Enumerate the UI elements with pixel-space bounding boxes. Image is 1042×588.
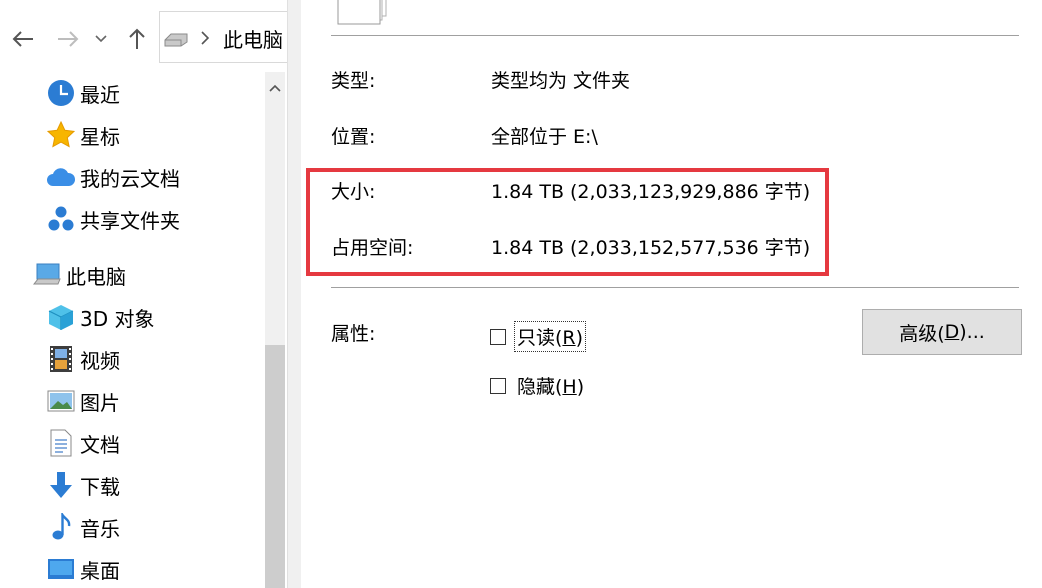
share-icon bbox=[46, 204, 76, 234]
computer-icon bbox=[32, 260, 62, 290]
sidebar-item-label: 3D 对象 bbox=[80, 306, 155, 331]
sidebar-item-pictures[interactable]: 图片 bbox=[46, 383, 120, 419]
location-value: 全部位于 E:\ bbox=[491, 126, 598, 148]
sidebar-item-cloud-docs[interactable]: 我的云文档 bbox=[46, 159, 180, 195]
annotation-highlight-box bbox=[306, 168, 829, 276]
sidebar-item-3d-objects[interactable]: 3D 对象 bbox=[46, 299, 154, 335]
film-icon bbox=[46, 344, 76, 374]
type-label: 类型: bbox=[331, 70, 376, 92]
checkbox-box[interactable] bbox=[490, 328, 506, 345]
breadcrumb-this-pc[interactable]: 此电脑 bbox=[223, 24, 283, 53]
sidebar-item-label: 视频 bbox=[80, 348, 120, 373]
forward-button[interactable] bbox=[53, 22, 83, 56]
sidebar-item-label: 桌面 bbox=[80, 558, 120, 583]
forward-arrow-icon bbox=[58, 31, 79, 47]
back-arrow-icon bbox=[12, 31, 33, 47]
separator bbox=[331, 287, 1019, 288]
location-label: 位置: bbox=[331, 126, 376, 148]
hidden-checkbox[interactable]: 隐藏(H) bbox=[490, 371, 586, 400]
scroll-up-button[interactable] bbox=[265, 76, 285, 100]
separator bbox=[331, 35, 1019, 36]
chevron-down-icon bbox=[95, 35, 107, 43]
sidebar-item-label: 音乐 bbox=[80, 516, 120, 541]
sidebar-item-label: 下载 bbox=[80, 474, 120, 499]
scrollbar-thumb[interactable] bbox=[265, 345, 285, 588]
sidebar-item-label: 共享文件夹 bbox=[80, 208, 180, 233]
clock-icon bbox=[46, 78, 76, 108]
up-arrow-icon bbox=[129, 28, 145, 49]
breadcrumb-chevron-icon bbox=[201, 31, 210, 45]
chevron-up-icon bbox=[269, 84, 281, 92]
cube-icon bbox=[46, 302, 76, 332]
attributes-label: 属性: bbox=[331, 323, 376, 345]
sidebar-item-videos[interactable]: 视频 bbox=[46, 341, 120, 377]
sidebar-item-label: 图片 bbox=[80, 390, 120, 415]
sidebar-item-this-pc[interactable]: 此电脑 bbox=[32, 257, 126, 293]
sidebar-item-shared-folder[interactable]: 共享文件夹 bbox=[46, 201, 180, 237]
up-button[interactable] bbox=[122, 22, 152, 56]
checkbox-box[interactable] bbox=[490, 377, 506, 394]
sidebar-item-label: 此电脑 bbox=[66, 264, 126, 289]
advanced-button[interactable]: 高级(D)... bbox=[862, 309, 1022, 355]
sidebar-item-starred[interactable]: 星标 bbox=[46, 117, 120, 153]
back-button[interactable] bbox=[8, 22, 38, 56]
download-icon bbox=[46, 470, 76, 500]
drive-icon bbox=[164, 33, 188, 47]
file-explorer-window: 此电脑 最近 星标 我的云文档 共享文件夹 此电脑 3D 对象 视频 图片 文档… bbox=[0, 0, 287, 588]
properties-dialog bbox=[301, 0, 1042, 588]
sidebar-item-documents[interactable]: 文档 bbox=[46, 425, 120, 461]
cloud-icon bbox=[46, 162, 76, 192]
sidebar-item-label: 星标 bbox=[80, 124, 120, 149]
sidebar-item-desktop[interactable]: 桌面 bbox=[46, 551, 120, 587]
music-icon bbox=[46, 512, 76, 542]
picture-icon bbox=[46, 386, 76, 416]
multiple-files-icon bbox=[337, 0, 387, 25]
sidebar-item-label: 文档 bbox=[80, 432, 120, 457]
sidebar-item-downloads[interactable]: 下载 bbox=[46, 467, 120, 503]
readonly-checkbox[interactable]: 只读(R) bbox=[490, 321, 587, 352]
sidebar-item-recent[interactable]: 最近 bbox=[46, 75, 120, 111]
dialog-border bbox=[287, 0, 302, 588]
sidebar-item-music[interactable]: 音乐 bbox=[46, 509, 120, 545]
sidebar-item-label: 我的云文档 bbox=[80, 166, 180, 191]
sidebar-item-label: 最近 bbox=[80, 82, 120, 107]
desktop-icon bbox=[46, 554, 76, 584]
readonly-checkbox-label[interactable]: 只读(R) bbox=[513, 321, 587, 352]
recent-locations-button[interactable] bbox=[88, 22, 114, 56]
hidden-checkbox-label[interactable]: 隐藏(H) bbox=[515, 371, 586, 400]
document-icon bbox=[46, 428, 76, 458]
star-icon bbox=[46, 120, 76, 150]
type-value: 类型均为 文件夹 bbox=[491, 70, 631, 92]
